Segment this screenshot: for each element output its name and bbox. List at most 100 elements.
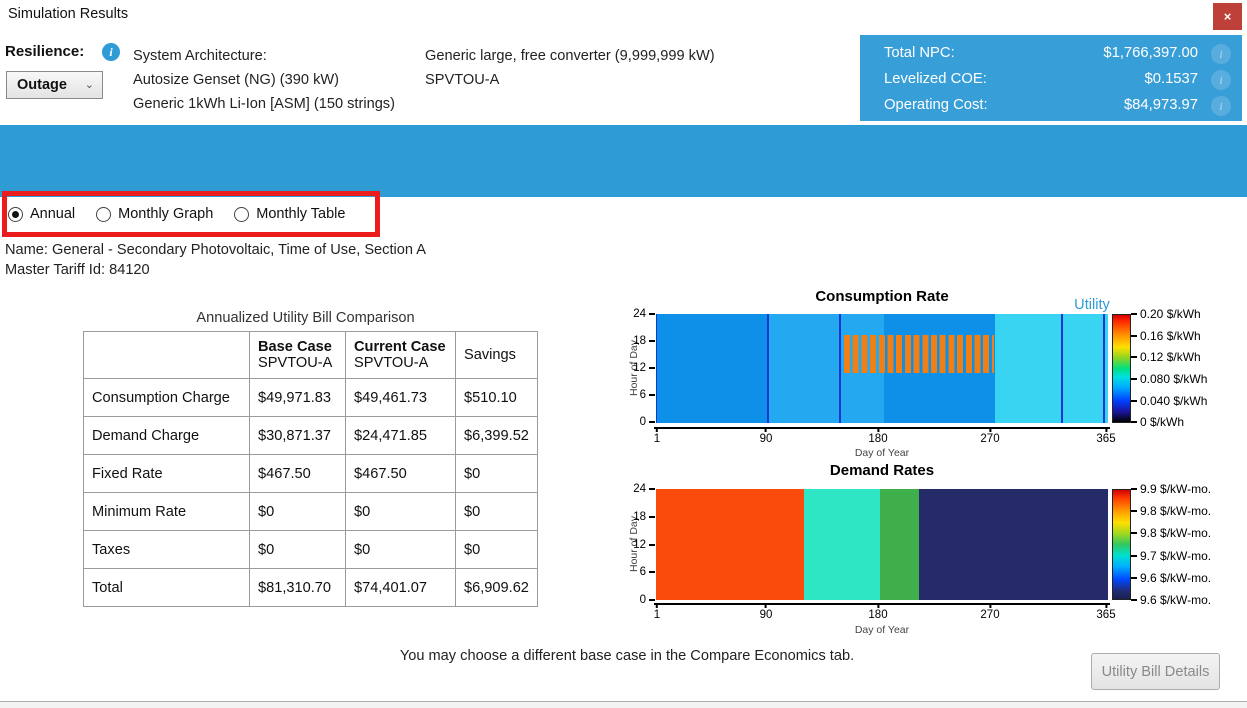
bottom-strip bbox=[0, 702, 1247, 708]
base-case-sub: SPVTOU-A bbox=[258, 355, 337, 371]
y-tick: 24 bbox=[622, 482, 646, 496]
info-icon[interactable]: i bbox=[1211, 96, 1231, 116]
table-row: Total $81,310.70 $74,401.07 $6,909.62 bbox=[84, 569, 538, 607]
y-tick: 6 bbox=[622, 565, 646, 579]
y-tick: 18 bbox=[622, 334, 646, 348]
row-current-value: $467.50 bbox=[346, 455, 456, 493]
header-base-case: Base Case SPVTOU-A bbox=[250, 332, 346, 379]
row-base-value: $81,310.70 bbox=[250, 569, 346, 607]
tariff-name: Name: General - Secondary Photovoltaic, … bbox=[5, 240, 426, 260]
tariff-master-id: Master Tariff Id: 84120 bbox=[5, 260, 426, 280]
radio-unselected-icon bbox=[234, 207, 249, 222]
row-label: Taxes bbox=[84, 531, 250, 569]
demand-rates-heatmap bbox=[656, 489, 1108, 600]
utility-bill-table: Base Case SPVTOU-A Current Case SPVTOU-A… bbox=[83, 331, 538, 607]
header-empty-cell bbox=[84, 332, 250, 379]
row-savings-value: $6,909.62 bbox=[456, 569, 538, 607]
row-base-value: $0 bbox=[250, 493, 346, 531]
radio-unselected-icon bbox=[96, 207, 111, 222]
row-label: Minimum Rate bbox=[84, 493, 250, 531]
colorbar-tick: 9.6 $/kW-mo. bbox=[1140, 571, 1211, 585]
colorbar-tick: 9.6 $/kW-mo. bbox=[1140, 593, 1211, 607]
row-current-value: $74,401.07 bbox=[346, 569, 456, 607]
tab-fuel-summary[interactable]: Fuel Summary bbox=[534, 289, 629, 322]
radio-monthly-table[interactable]: Monthly Table bbox=[234, 206, 345, 222]
x-tick: 90 bbox=[760, 433, 773, 446]
consumption-x-axis bbox=[654, 427, 1110, 429]
base-case-title: Base Case bbox=[258, 339, 337, 355]
row-label: Demand Charge bbox=[84, 417, 250, 455]
total-npc-label: Total NPC: bbox=[884, 45, 955, 61]
demand-colorbar bbox=[1112, 489, 1131, 600]
levelized-coe-label: Levelized COE: bbox=[884, 71, 987, 87]
colorbar-tick: 0.20 $/kWh bbox=[1140, 307, 1201, 321]
table-row: Fixed Rate $467.50 $467.50 $0 bbox=[84, 455, 538, 493]
tariff-info: Name: General - Secondary Photovoltaic, … bbox=[5, 240, 426, 280]
colorbar-tick: 0 $/kWh bbox=[1140, 415, 1184, 429]
row-base-value: $0 bbox=[250, 531, 346, 569]
consumption-colorbar bbox=[1112, 314, 1131, 423]
outage-dropdown-value: Outage bbox=[17, 77, 67, 93]
row-savings-value: $0 bbox=[456, 531, 538, 569]
colorbar-tick: 9.9 $/kW-mo. bbox=[1140, 482, 1211, 496]
radio-monthly-graph-label: Monthly Graph bbox=[118, 206, 213, 222]
radio-annual[interactable]: Annual bbox=[8, 206, 75, 222]
window-title: Simulation Results bbox=[8, 6, 128, 22]
radio-selected-icon bbox=[8, 207, 23, 222]
utility-bill-details-button[interactable]: Utility Bill Details bbox=[1091, 653, 1220, 690]
y-tick: 6 bbox=[622, 388, 646, 402]
total-npc-value: $1,766,397.00 bbox=[1103, 45, 1198, 61]
system-architecture-column2: Generic large, free converter (9,999,999… bbox=[425, 44, 715, 92]
y-tick: 18 bbox=[622, 510, 646, 524]
x-tick: 270 bbox=[980, 433, 999, 446]
radio-monthly-table-label: Monthly Table bbox=[256, 206, 345, 222]
demand-x-axis-label: Day of Year bbox=[656, 624, 1108, 636]
y-tick: 0 bbox=[622, 593, 646, 607]
row-savings-value: $0 bbox=[456, 455, 538, 493]
y-tick: 12 bbox=[622, 361, 646, 375]
row-base-value: $49,971.83 bbox=[250, 379, 346, 417]
close-button[interactable]: × bbox=[1213, 3, 1242, 30]
base-case-note: You may choose a different base case in … bbox=[302, 648, 952, 664]
colorbar-tick: 9.7 $/kW-mo. bbox=[1140, 549, 1211, 563]
outage-dropdown[interactable]: Outage bbox=[6, 71, 103, 99]
row-label: Total bbox=[84, 569, 250, 607]
row-base-value: $30,871.37 bbox=[250, 417, 346, 455]
x-tick: 90 bbox=[760, 609, 773, 622]
colorbar-tick: 0.12 $/kWh bbox=[1140, 350, 1201, 364]
colorbar-tick: 0.080 $/kWh bbox=[1140, 372, 1207, 386]
y-tick: 0 bbox=[622, 415, 646, 429]
x-tick: 180 bbox=[868, 609, 887, 622]
resilience-label: Resilience: bbox=[5, 43, 84, 60]
demand-chart-title: Demand Rates bbox=[656, 462, 1108, 479]
current-case-sub: SPVTOU-A bbox=[354, 355, 447, 371]
x-tick: 365 bbox=[1096, 433, 1115, 446]
colorbar-tick: 9.8 $/kW-mo. bbox=[1140, 526, 1211, 540]
info-icon[interactable]: i bbox=[1211, 70, 1231, 90]
chevron-down-icon bbox=[85, 78, 94, 91]
row-savings-value: $0 bbox=[456, 493, 538, 531]
row-current-value: $0 bbox=[346, 493, 456, 531]
row-label: Fixed Rate bbox=[84, 455, 250, 493]
simulation-results-window: Simulation Results × Resilience: i Outag… bbox=[0, 0, 1247, 708]
bill-table-title: Annualized Utility Bill Comparison bbox=[83, 310, 528, 326]
x-tick: 270 bbox=[980, 609, 999, 622]
close-icon: × bbox=[1224, 9, 1232, 24]
x-tick: 365 bbox=[1096, 609, 1115, 622]
row-savings-value: $6,399.52 bbox=[456, 417, 538, 455]
operating-cost-value: $84,973.97 bbox=[1124, 97, 1198, 113]
info-icon[interactable]: i bbox=[1211, 44, 1231, 64]
info-icon[interactable]: i bbox=[102, 43, 120, 61]
x-tick: 1 bbox=[654, 609, 660, 622]
y-tick: 12 bbox=[622, 538, 646, 552]
consumption-chart-title: Consumption Rate bbox=[656, 288, 1108, 305]
row-savings-value: $510.10 bbox=[456, 379, 538, 417]
colorbar-tick: 9.8 $/kW-mo. bbox=[1140, 504, 1211, 518]
demand-x-axis bbox=[654, 603, 1110, 605]
current-case-title: Current Case bbox=[354, 339, 447, 355]
row-current-value: $0 bbox=[346, 531, 456, 569]
consumption-rate-heatmap bbox=[656, 314, 1108, 423]
radio-monthly-graph[interactable]: Monthly Graph bbox=[96, 206, 213, 222]
system-architecture-column1: System Architecture: Autosize Genset (NG… bbox=[133, 44, 395, 116]
colorbar-tick: 0.16 $/kWh bbox=[1140, 329, 1201, 343]
